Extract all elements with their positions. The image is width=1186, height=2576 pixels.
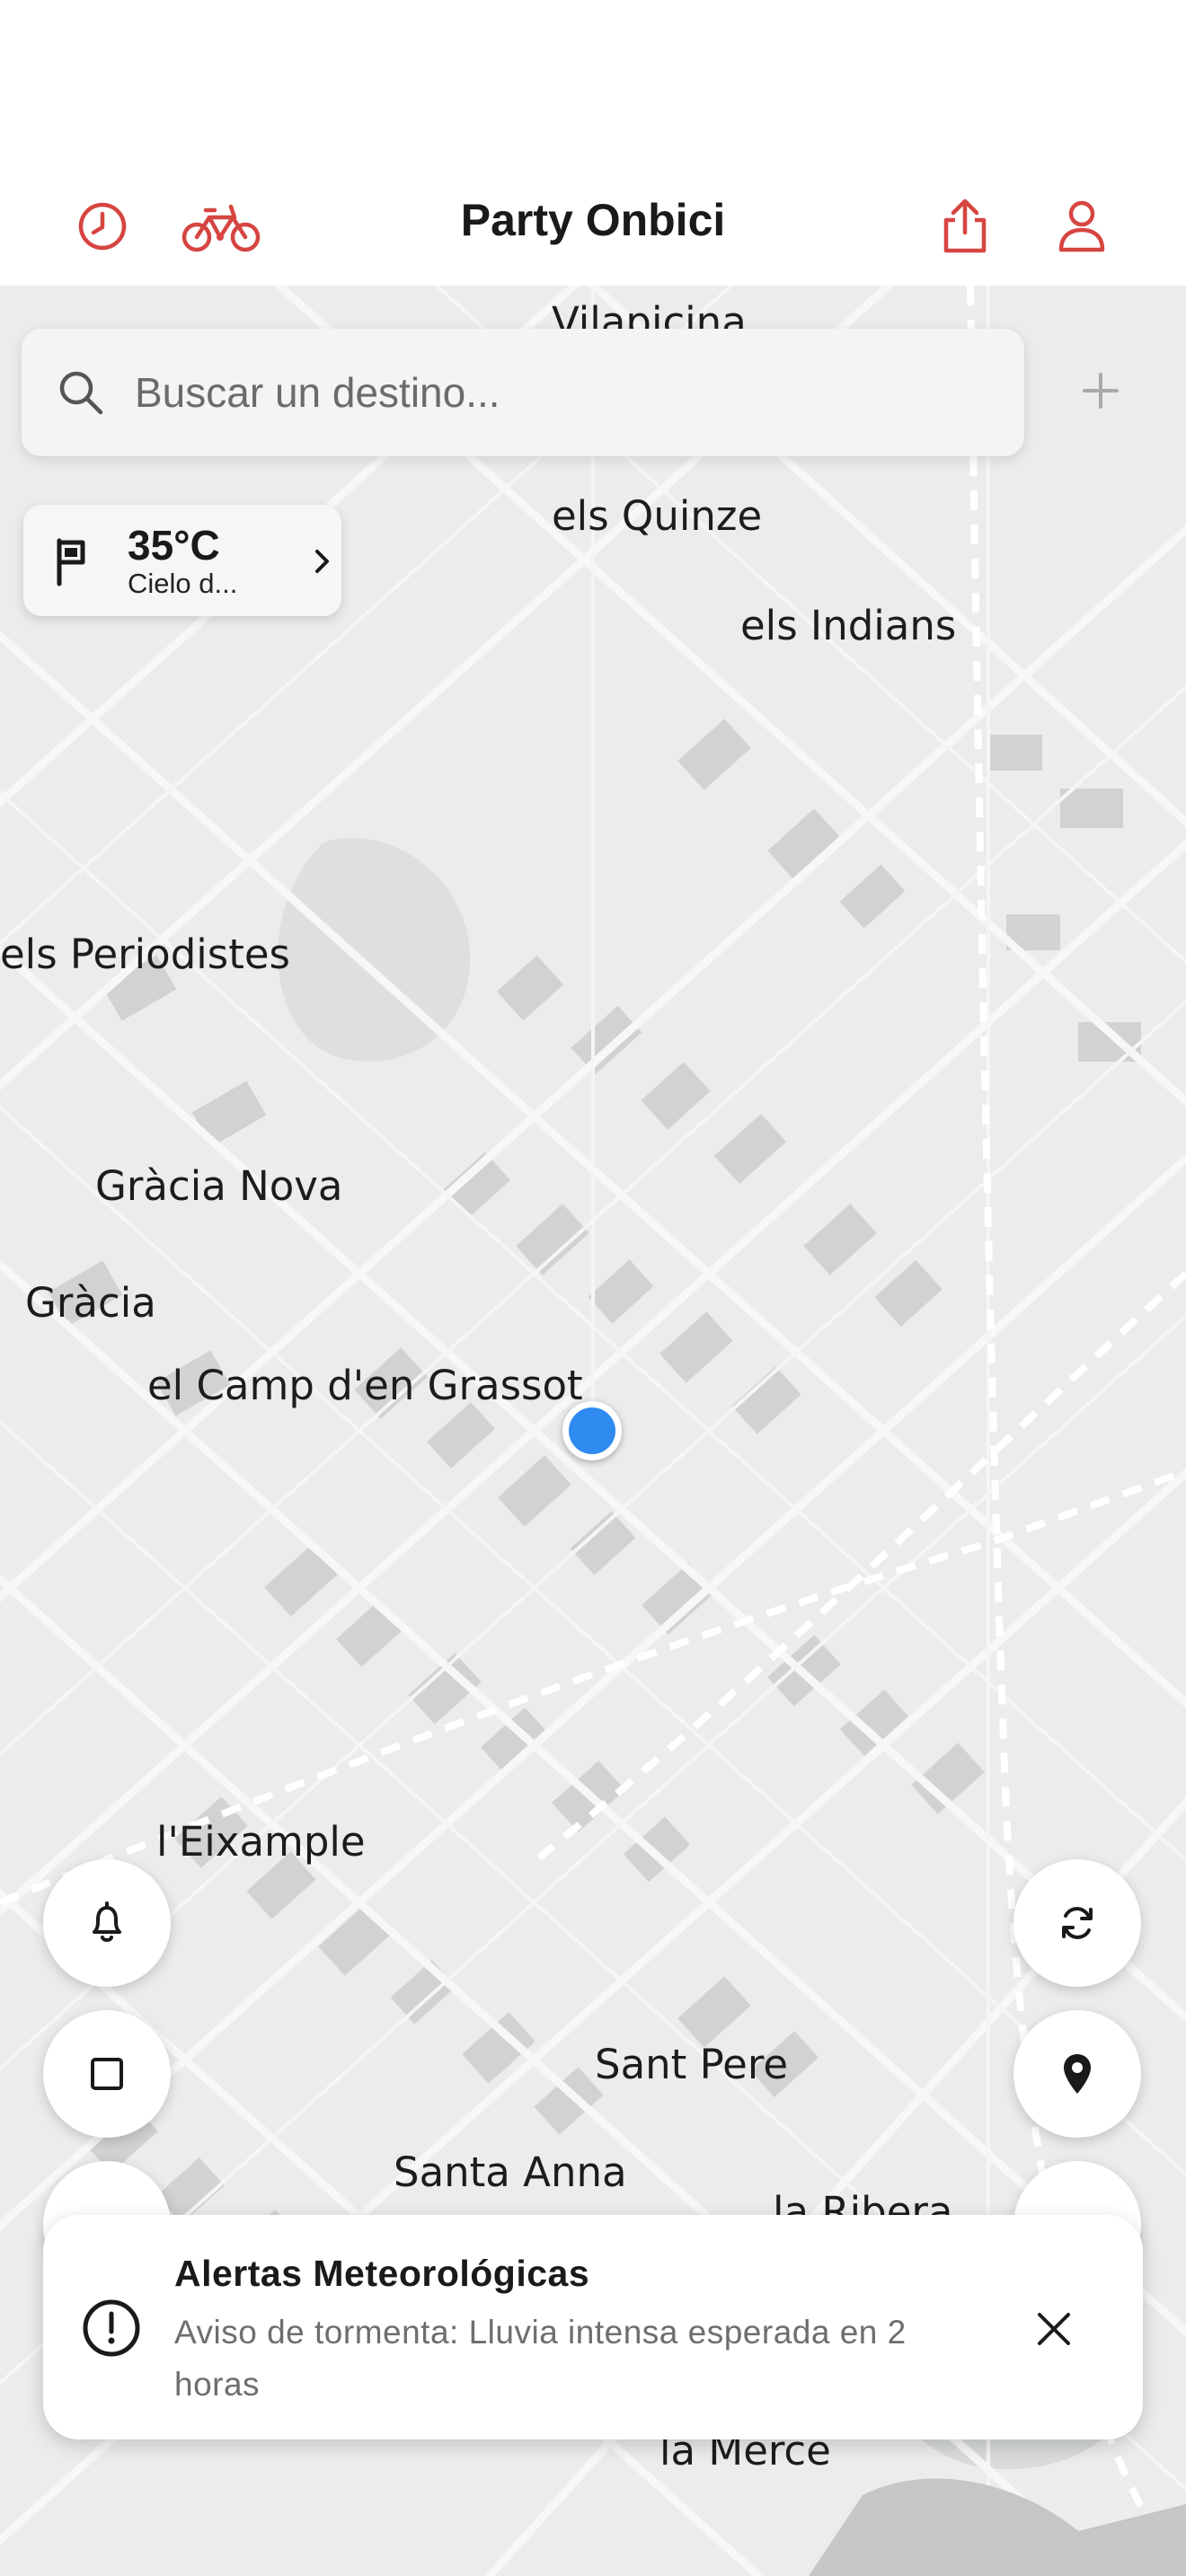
bicycle-icon[interactable] — [174, 180, 268, 273]
map-label-santa-anna: Santa Anna — [394, 2148, 627, 2196]
square-icon — [89, 2056, 125, 2092]
weather-alert-card: Alertas Meteorológicas Aviso de tormenta… — [43, 2215, 1143, 2439]
weather-widget[interactable]: 35°C Cielo d... — [23, 505, 341, 616]
app-screen: Party Onbici Vilapicina els Quinze els I… — [0, 0, 1186, 2576]
map-label-eixample: l'Eixample — [156, 1818, 366, 1866]
user-location-marker — [562, 1401, 622, 1460]
add-icon[interactable] — [1069, 359, 1132, 422]
history-icon[interactable] — [56, 180, 149, 273]
page-title: Party Onbici — [460, 195, 726, 245]
map-label-els-periodistes: els Periodistes — [0, 931, 290, 978]
refresh-button[interactable] — [1013, 1859, 1141, 1987]
map-label-gracia-nova: Gràcia Nova — [95, 1162, 343, 1210]
profile-icon[interactable] — [1035, 180, 1128, 273]
flag-icon — [54, 537, 90, 592]
search-input[interactable] — [133, 367, 945, 418]
map-label-els-indians: els Indians — [740, 602, 957, 649]
map-layers-button[interactable] — [43, 2010, 171, 2138]
alert-message: Aviso de tormenta: Lluvia intensa espera… — [174, 2314, 907, 2403]
chevron-right-icon — [313, 548, 332, 579]
weather-description: Cielo d... — [128, 568, 238, 599]
close-icon — [1038, 2313, 1070, 2345]
close-alert-button[interactable] — [1022, 2298, 1085, 2360]
search-icon — [56, 367, 106, 418]
alert-icon — [83, 2299, 140, 2357]
alert-title: Alertas Meteorológicas — [174, 2253, 590, 2294]
refresh-icon — [1057, 1902, 1098, 1944]
map-label-camp-grassot: el Camp d'en Grassot — [147, 1362, 583, 1409]
map-label-els-quinze: els Quinze — [552, 492, 763, 540]
bell-icon — [87, 1901, 127, 1945]
top-navigation-bar: Party Onbici — [0, 0, 1186, 286]
my-location-button[interactable] — [1013, 2010, 1141, 2138]
weather-temperature: 35°C — [128, 522, 220, 569]
share-icon[interactable] — [918, 180, 1012, 273]
notifications-button[interactable] — [43, 1859, 171, 1987]
search-bar[interactable] — [22, 329, 1024, 456]
map-label-gracia: Gràcia — [25, 1279, 156, 1327]
map-label-sant-pere: Sant Pere — [595, 2041, 789, 2088]
location-pin-icon — [1061, 2052, 1093, 2095]
